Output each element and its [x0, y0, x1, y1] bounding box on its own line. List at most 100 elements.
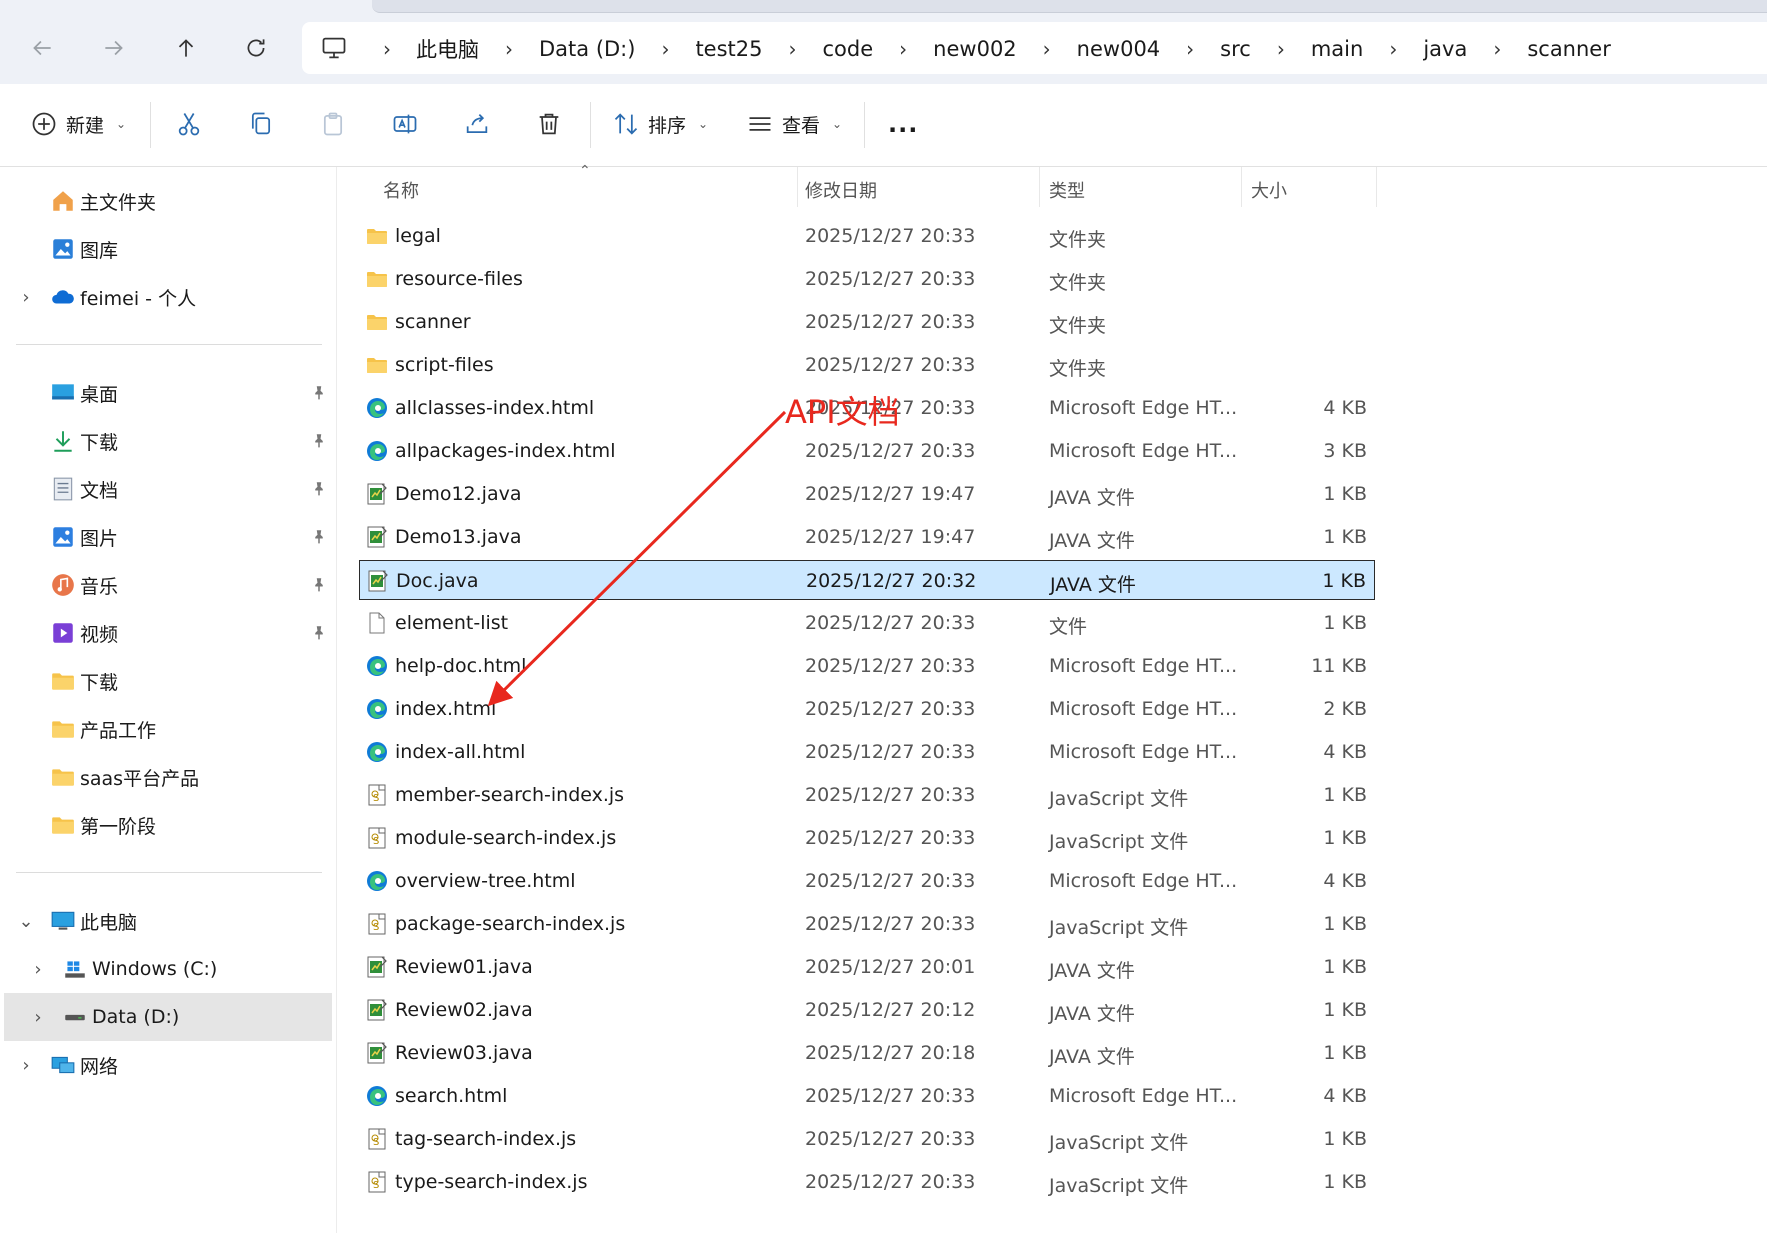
copy-button[interactable] [247, 104, 275, 144]
breadcrumb-item[interactable]: src [1210, 33, 1261, 65]
file-row[interactable]: index.html 2025/12/27 20:33 Microsoft Edge… [359, 689, 1375, 729]
column-header-name[interactable]: 名称 [383, 177, 419, 203]
chevron-right-icon[interactable]: › [1477, 37, 1517, 61]
column-header-date[interactable]: 修改日期 [805, 177, 877, 203]
up-button[interactable] [166, 28, 206, 68]
java-file-icon [365, 955, 389, 979]
forward-button[interactable] [94, 28, 134, 68]
sidebar-item[interactable]: 产品工作 [0, 705, 336, 753]
view-button[interactable]: 查看 ⌄ [746, 104, 842, 144]
file-row[interactable]: script-files 2025/12/27 20:33 文件夹 [359, 345, 1375, 385]
file-name: overview-tree.html [395, 870, 576, 892]
column-divider[interactable] [1039, 167, 1040, 207]
chevron-right-icon[interactable]: › [773, 37, 813, 61]
file-name: script-files [395, 354, 494, 376]
breadcrumb-item[interactable]: test25 [685, 33, 772, 65]
chevron-right-icon[interactable]: › [1027, 37, 1067, 61]
java-file-icon [365, 998, 389, 1022]
file-row[interactable]: resource-files 2025/12/27 20:33 文件夹 [359, 259, 1375, 299]
more-icon: ... [888, 110, 919, 138]
file-row[interactable]: element-list 2025/12/27 20:33 文件 1 KB [359, 603, 1375, 643]
chevron-right-icon[interactable]: › [1261, 37, 1301, 61]
sidebar-item[interactable]: 下载 [0, 417, 336, 465]
sidebar-item[interactable]: 音乐 [0, 561, 336, 609]
sidebar-item[interactable]: › Data (D:) [4, 993, 332, 1041]
sidebar-item[interactable]: › 网络 [0, 1041, 336, 1089]
sidebar-item[interactable]: 图库 [0, 225, 336, 273]
sidebar-item[interactable]: ⌄ 此电脑 [0, 897, 336, 945]
file-row[interactable]: scanner 2025/12/27 20:33 文件夹 [359, 302, 1375, 342]
more-options-button[interactable]: ... [888, 104, 918, 144]
chevron-right-icon[interactable]: › [1170, 37, 1210, 61]
file-row[interactable]: Demo12.java 2025/12/27 19:47 JAVA 文件 1 KB [359, 474, 1375, 514]
column-divider[interactable] [797, 167, 798, 207]
file-row[interactable]: Demo13.java 2025/12/27 19:47 JAVA 文件 1 KB [359, 517, 1375, 557]
breadcrumb-item[interactable]: new002 [923, 33, 1027, 65]
chevron-right-icon[interactable]: › [28, 1007, 48, 1028]
column-header-type[interactable]: 类型 [1049, 177, 1085, 203]
rename-button[interactable] [391, 104, 419, 144]
chevron-right-icon[interactable]: › [1373, 37, 1413, 61]
file-row[interactable]: legal 2025/12/27 20:33 文件夹 [359, 216, 1375, 256]
sort-button[interactable]: 排序 ⌄ [612, 104, 708, 144]
file-row[interactable]: Smodule-search-index.js 2025/12/27 20:33 J… [359, 818, 1375, 858]
file-row[interactable]: allpackages-index.html 2025/12/27 20:33 Mi… [359, 431, 1375, 471]
file-row[interactable]: index-all.html 2025/12/27 20:33 Microsoft … [359, 732, 1375, 772]
paste-button[interactable] [319, 104, 347, 144]
file-type: JavaScript 文件 [1049, 1132, 1189, 1154]
onedrive-cloud-icon [50, 284, 76, 310]
file-row[interactable]: Smember-search-index.js 2025/12/27 20:33 J… [359, 775, 1375, 815]
file-row[interactable]: Review01.java 2025/12/27 20:01 JAVA 文件 1 KB [359, 947, 1375, 987]
file-row[interactable]: overview-tree.html 2025/12/27 20:33 Micros… [359, 861, 1375, 901]
file-date: 2025/12/27 20:33 [805, 354, 976, 376]
sidebar-item[interactable]: 主文件夹 [0, 177, 336, 225]
delete-button[interactable] [535, 104, 563, 144]
chevron-down-icon[interactable]: ⌄ [16, 911, 36, 932]
file-row[interactable]: Spackage-search-index.js 2025/12/27 20:33… [359, 904, 1375, 944]
chevron-right-icon[interactable]: › [28, 959, 48, 980]
breadcrumb-item[interactable]: code [813, 33, 884, 65]
breadcrumb-item[interactable]: 此电脑 [406, 30, 489, 68]
file-row[interactable]: search.html 2025/12/27 20:33 Microsoft Edg… [359, 1076, 1375, 1116]
breadcrumb-item[interactable]: main [1301, 33, 1373, 65]
breadcrumb-item[interactable]: scanner [1517, 33, 1621, 65]
cut-button[interactable] [175, 104, 203, 144]
chevron-right-icon[interactable]: › [16, 1055, 36, 1076]
chevron-right-icon[interactable]: › [16, 287, 36, 308]
js-file-icon: S [365, 826, 389, 850]
sidebar-item[interactable]: 桌面 [0, 369, 336, 417]
chevron-right-icon[interactable]: › [489, 37, 529, 61]
file-row[interactable]: Review03.java 2025/12/27 20:18 JAVA 文件 1 KB [359, 1033, 1375, 1073]
breadcrumb-item[interactable]: new004 [1067, 33, 1171, 65]
sidebar-item[interactable]: 文档 [0, 465, 336, 513]
sidebar-item[interactable]: 视频 [0, 609, 336, 657]
sidebar-item[interactable]: saas平台产品 [0, 753, 336, 801]
file-row[interactable]: Stype-search-index.js 2025/12/27 20:33 Jav… [359, 1162, 1375, 1202]
column-header-size[interactable]: 大小 [1251, 177, 1287, 203]
chevron-right-icon[interactable]: › [645, 37, 685, 61]
sidebar-item[interactable]: › Windows (C:) [0, 945, 336, 993]
column-divider[interactable] [1376, 167, 1377, 207]
share-button[interactable] [463, 104, 491, 144]
folder-icon [50, 716, 76, 742]
new-button[interactable]: 新建 ⌄ [30, 104, 126, 144]
file-row[interactable]: Doc.java 2025/12/27 20:32 JAVA 文件 1 KB [359, 560, 1375, 600]
file-date: 2025/12/27 20:33 [805, 1128, 976, 1150]
breadcrumb-item[interactable]: java [1413, 33, 1477, 65]
sidebar-item[interactable]: 第一阶段 [0, 801, 336, 849]
file-row[interactable]: Review02.java 2025/12/27 20:12 JAVA 文件 1 KB [359, 990, 1375, 1030]
sidebar-item[interactable]: 下载 [0, 657, 336, 705]
chevron-right-icon[interactable]: › [368, 37, 406, 61]
refresh-button[interactable] [236, 28, 276, 68]
file-row[interactable]: help-doc.html 2025/12/27 20:33 Microsoft E… [359, 646, 1375, 686]
js-file-icon: S [365, 1127, 389, 1151]
file-row[interactable]: Stag-search-index.js 2025/12/27 20:33 Java… [359, 1119, 1375, 1159]
breadcrumb-item[interactable]: Data (D:) [529, 33, 645, 65]
trash-icon [539, 113, 559, 135]
column-divider[interactable] [1241, 167, 1242, 207]
sidebar-item[interactable]: › feimei - 个人 [0, 273, 336, 321]
file-type: Microsoft Edge HT... [1049, 655, 1238, 677]
sidebar-item[interactable]: 图片 [0, 513, 336, 561]
chevron-right-icon[interactable]: › [883, 37, 923, 61]
back-button[interactable] [22, 28, 62, 68]
